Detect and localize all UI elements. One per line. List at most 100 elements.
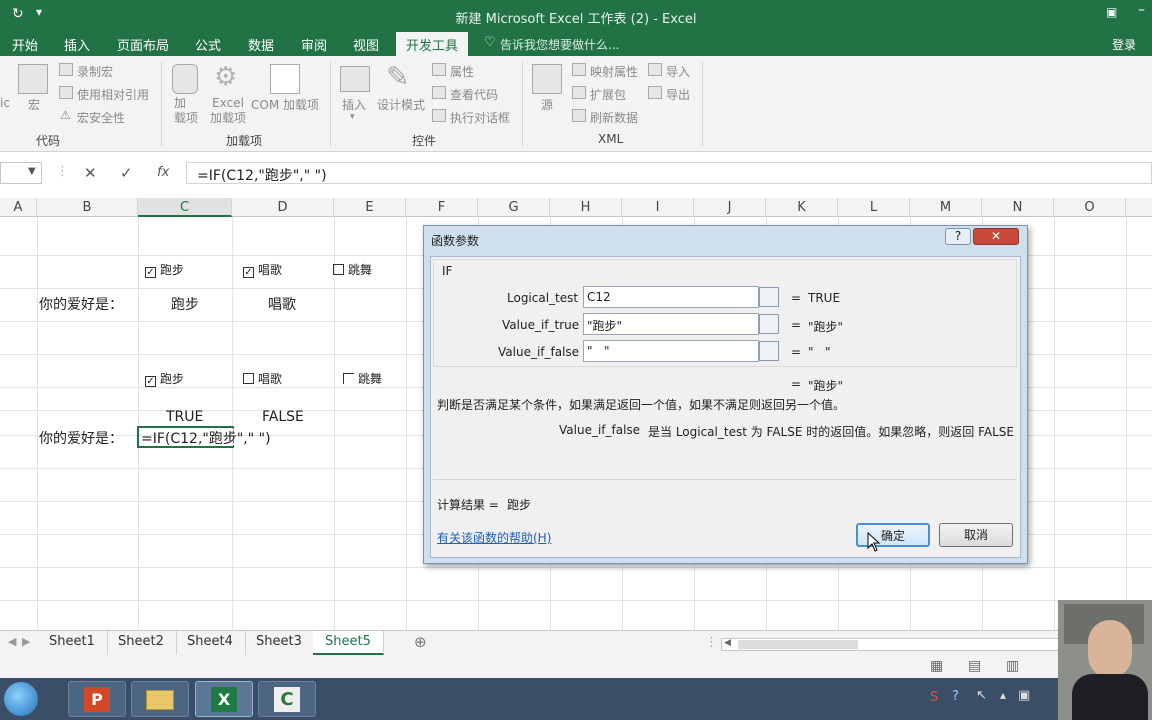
column-header[interactable]: H [550,198,622,217]
checkbox-dance-1[interactable]: 跳舞 [333,261,372,278]
cancel-entry-icon[interactable]: ✕ [84,164,97,182]
page-break-view-icon[interactable]: ▥ [1006,658,1019,674]
addins-icon [172,64,198,94]
run-dialog-button[interactable]: 执行对话框 [450,109,510,126]
cancel-button[interactable]: 取消 [939,523,1013,547]
ribbon-display-icon[interactable]: ▣ [1106,5,1117,19]
column-header[interactable]: E [334,198,406,217]
column-header[interactable]: F [406,198,478,217]
tab-page-layout[interactable]: 页面布局 [117,35,169,54]
column-header[interactable]: D [232,198,334,217]
design-mode-button[interactable]: 设计模式 [377,96,425,113]
scrollbar-thumb[interactable] [738,640,858,649]
sogou-ime-icon[interactable]: S [930,690,938,705]
tab-home[interactable]: 开始 [12,35,38,54]
tab-insert[interactable]: 插入 [64,35,90,54]
sheet-tab-active[interactable]: Sheet5 [313,631,384,655]
sheet-tab[interactable]: Sheet4 [175,631,246,655]
checkbox-sing-2[interactable]: 唱歌 [243,370,282,387]
sheet-tab[interactable]: Sheet1 [37,631,108,655]
checkbox-sing-1[interactable]: ✓ 唱歌 [243,261,282,278]
excel-taskbar-icon[interactable]: X [195,681,253,717]
help-tray-icon[interactable]: ? [952,689,959,704]
sign-in-link[interactable]: 登录 [1112,36,1136,53]
show-hidden-icons[interactable]: ▴ [1000,688,1006,702]
insert-function-icon[interactable]: fx [157,165,169,180]
scroll-left-icon[interactable]: ◀ [724,638,731,648]
column-header[interactable]: L [838,198,910,217]
tab-developer[interactable]: 开发工具 [396,32,469,56]
help-icon[interactable]: ? [945,228,971,245]
view-code-button[interactable]: 查看代码 [450,86,498,103]
map-properties-button[interactable]: 映射属性 [590,63,638,80]
next-sheet-icon[interactable]: ▶ [22,635,30,648]
export-button[interactable]: 导出 [666,86,690,103]
column-header[interactable]: J [694,198,766,217]
chevron-down-icon[interactable]: ▼ [28,166,36,177]
minimize-icon[interactable]: – [1138,2,1145,18]
tab-data[interactable]: 数据 [248,35,274,54]
checkbox-run-1[interactable]: ✓ 跑步 [145,261,184,278]
column-header[interactable]: O [1054,198,1126,217]
sheet-tab[interactable]: Sheet3 [244,631,315,655]
record-macro-button[interactable]: 录制宏 [77,63,113,80]
tell-me-box[interactable]: 告诉我您想要做什么... [500,36,619,53]
tab-review[interactable]: 审阅 [301,35,327,54]
column-header[interactable]: N [982,198,1054,217]
powerpoint-taskbar-icon[interactable]: P [68,681,126,717]
help-link[interactable]: 有关该函数的帮助(H) [437,529,551,546]
expansion-pack-icon [572,86,586,99]
macros-button[interactable]: 宏 [28,96,40,113]
column-header[interactable]: I [622,198,694,217]
sheet-tab[interactable]: Sheet2 [106,631,177,655]
start-button-icon[interactable] [4,682,38,716]
tab-view[interactable]: 视图 [353,35,379,54]
formula-input[interactable]: =IF(C12,"跑步"," ") [186,162,1152,184]
page-layout-view-icon[interactable]: ▤ [968,658,981,674]
checkbox-run-2[interactable]: ✓ 跑步 [145,370,184,387]
refresh-data-icon [572,109,586,122]
prev-sheet-icon[interactable]: ◀ [8,635,16,648]
column-header[interactable]: G [478,198,550,217]
enter-entry-icon[interactable]: ✓ [120,164,133,182]
excel-addins-button[interactable]: Excel 加载项 [210,96,246,126]
arg-input-value-if-true[interactable]: "跑步" [583,313,759,335]
column-header[interactable]: A [0,198,37,217]
com-addins-button[interactable]: COM 加载项 [251,96,319,113]
insert-control-button[interactable]: 插入 [342,96,366,113]
properties-button[interactable]: 属性 [450,63,474,80]
name-box[interactable]: ▼ [0,162,42,184]
checkbox-dance-2[interactable]: 跳舞 [343,370,382,387]
collapse-dialog-icon[interactable] [759,287,779,307]
arg-input-value-if-false[interactable]: " " [583,340,759,362]
equals-sign: = [791,318,802,332]
cursor-tray-icon[interactable]: ↖ [976,688,987,703]
macro-security-button[interactable]: 宏安全性 [77,109,125,126]
relative-ref-button[interactable]: 使用相对引用 [77,86,149,103]
new-sheet-icon[interactable]: ⊕ [414,633,427,651]
tab-formulas[interactable]: 公式 [195,35,221,54]
close-icon[interactable]: ✕ [973,228,1019,245]
horizontal-scrollbar[interactable]: ◀ [721,638,1061,651]
map-properties-icon [572,63,586,76]
collapse-dialog-icon[interactable] [759,314,779,334]
addins-button[interactable]: 加 载项 [174,96,198,126]
scroll-divider-grip[interactable]: ⋮ [705,635,718,650]
import-button[interactable]: 导入 [666,63,690,80]
network-icon[interactable]: ▣ [1018,688,1030,703]
normal-view-icon[interactable]: ▦ [930,658,943,674]
expansion-pack-button[interactable]: 扩展包 [590,86,626,103]
refresh-data-button[interactable]: 刷新数据 [590,109,638,126]
column-header-selected[interactable]: C [138,198,232,217]
explorer-taskbar-icon[interactable] [131,681,189,717]
arg-input-logical-test[interactable]: C12 [583,286,759,308]
checkbox-checked-icon: ✓ [145,376,156,387]
camtasia-taskbar-icon[interactable]: C [258,681,316,717]
xml-source-button[interactable]: 源 [541,96,553,113]
cell-editing-formula[interactable]: =IF(C12,"跑步"," ") [141,428,271,448]
column-header[interactable]: M [910,198,982,217]
collapse-dialog-icon[interactable] [759,341,779,361]
column-header[interactable]: B [37,198,138,217]
column-header[interactable]: K [766,198,838,217]
macros-icon[interactable] [18,64,48,94]
